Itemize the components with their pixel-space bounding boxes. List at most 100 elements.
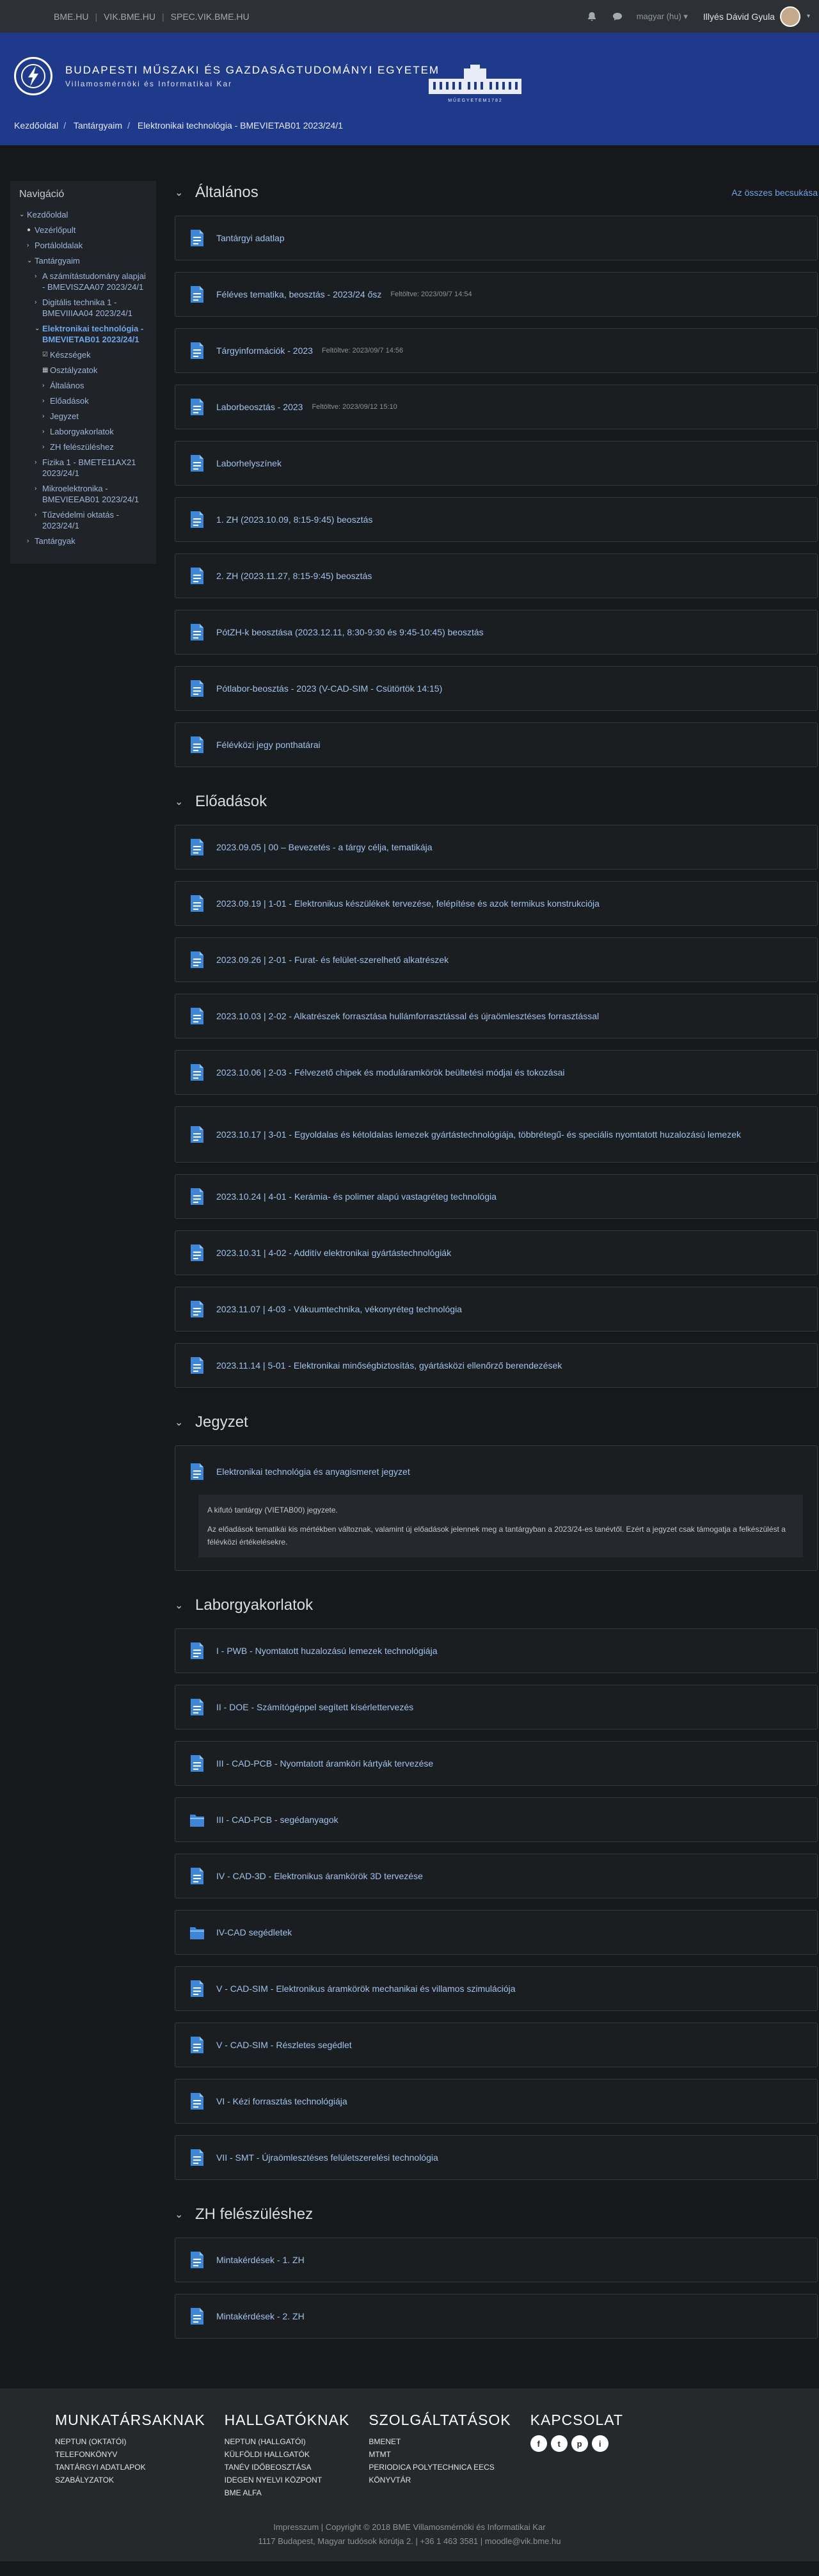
activity-item[interactable]: Tárgyinformációk - 2023 Feltöltve: 2023/0… (175, 328, 818, 373)
activity-item[interactable]: VII - SMT - Újraömlesztéses felületszere… (175, 2135, 818, 2180)
nav-item[interactable]: › Tantárgyak (19, 536, 147, 546)
activity-item[interactable]: Félévközi jegy ponthatárai (175, 722, 818, 767)
activity-link[interactable]: Mintakérdések - 2. ZH (216, 2311, 305, 2321)
section-notes[interactable]: ⌄ Jegyzet (175, 1411, 818, 1434)
activity-link[interactable]: II - DOE - Számítógéppel segített kísérl… (216, 1702, 413, 1712)
nav-item[interactable]: › Laborgyakorlatok (19, 426, 147, 437)
activity-item[interactable]: 2023.09.19 | 1-01 - Elektronikus készülé… (175, 881, 818, 926)
link-bme[interactable]: BME.HU (47, 12, 95, 22)
link-vik[interactable]: VIK.BME.HU (97, 12, 162, 22)
nav-item[interactable]: ⌄ Tantárgyaim (19, 255, 147, 266)
nav-item[interactable]: › Digitális technika 1 - BMEVIIIAA04 2023… (19, 297, 147, 319)
activity-item[interactable]: Féléves tematika, beosztás - 2023/24 ősz… (175, 272, 818, 317)
activity-link[interactable]: Tantárgyi adatlap (216, 233, 285, 243)
activity-link[interactable]: IV - CAD-3D - Elektronikus áramkörök 3D … (216, 1871, 423, 1881)
activity-link[interactable]: Laborhelyszínek (216, 458, 282, 468)
footer-link[interactable]: NEPTUN (OKTATÓI) (55, 2437, 127, 2446)
activity-item[interactable]: Mintakérdések - 2. ZH (175, 2294, 818, 2339)
pinterest-icon[interactable]: p (571, 2435, 588, 2452)
activity-link[interactable]: 2023.11.14 | 5-01 - Elektronikai minőség… (216, 1360, 562, 1371)
footer-link[interactable]: IDEGEN NYELVI KÖZPONT (225, 2476, 322, 2485)
chevron-down-icon[interactable]: ⌄ (175, 1599, 184, 1612)
activity-link[interactable]: 2023.11.07 | 4-03 - Vákuumtechnika, véko… (216, 1304, 462, 1314)
activity-link[interactable]: 2023.09.19 | 1-01 - Elektronikus készülé… (216, 898, 600, 909)
activity-link[interactable]: 2023.09.05 | 00 – Bevezetés - a tárgy cé… (216, 842, 433, 852)
footer-link[interactable]: BMENET (369, 2437, 401, 2446)
activity-link[interactable]: 2. ZH (2023.11.27, 8:15-9:45) beosztás (216, 571, 372, 581)
activity-item[interactable]: 2023.09.26 | 2-01 - Furat- és felület-sz… (175, 937, 818, 982)
nav-item[interactable]: › ZH felészüléshez (19, 441, 147, 452)
activity-link[interactable]: 2023.10.03 | 2-02 - Alkatrészek forraszt… (216, 1011, 599, 1021)
activity-link[interactable]: VII - SMT - Újraömlesztéses felületszere… (216, 2152, 438, 2163)
footer-link[interactable]: BME ALFA (225, 2488, 262, 2497)
nav-item[interactable]: › Mikroelektronika - BMEVIEEAB01 2023/24/… (19, 483, 147, 505)
activity-item[interactable]: 2. ZH (2023.11.27, 8:15-9:45) beosztás (175, 553, 818, 598)
nav-item[interactable]: › Tűzvédelmi oktatás - 2023/24/1 (19, 509, 147, 531)
activity-item[interactable]: 2023.10.06 | 2-03 - Félvezető chipek és … (175, 1050, 818, 1095)
chevron-down-icon[interactable]: ⌄ (175, 2208, 184, 2221)
nav-item[interactable]: ⌄ Kezdőoldal (19, 209, 147, 220)
chevron-down-icon[interactable]: ⌄ (175, 186, 184, 199)
activity-item[interactable]: III - CAD-PCB - Nyomtatott áramköri kárt… (175, 1741, 818, 1786)
activity-link[interactable]: Pótlabor-beosztás - 2023 (V-CAD-SIM - Cs… (216, 683, 442, 694)
section-lectures[interactable]: ⌄ Előadások (175, 790, 818, 813)
activity-link[interactable]: IV-CAD segédletek (216, 1927, 292, 1937)
activity-link[interactable]: 1. ZH (2023.10.09, 8:15-9:45) beosztás (216, 514, 372, 525)
nav-item[interactable]: › Előadások (19, 395, 147, 406)
footer-link[interactable]: SZABÁLYZATOK (55, 2476, 114, 2485)
footer-link[interactable]: PERIODICA POLYTECHNICA EECS (369, 2463, 495, 2472)
activity-link[interactable]: Félévközi jegy ponthatárai (216, 740, 321, 750)
activity-item[interactable]: 1. ZH (2023.10.09, 8:15-9:45) beosztás (175, 497, 818, 542)
activity-item[interactable]: II - DOE - Számítógéppel segített kísérl… (175, 1685, 818, 1729)
nav-item[interactable]: › Jegyzet (19, 411, 147, 422)
chevron-down-icon[interactable]: ▾ (807, 13, 810, 20)
activity-item[interactable]: V - CAD-SIM - Elektronikus áramkörök mec… (175, 1966, 818, 2011)
nav-item[interactable]: › Általános (19, 380, 147, 391)
activity-item[interactable]: 2023.09.05 | 00 – Bevezetés - a tárgy cé… (175, 825, 818, 870)
nav-item[interactable]: › Fizika 1 - BMETE11AX21 2023/24/1 (19, 457, 147, 479)
activity-link[interactable]: I - PWB - Nyomtatott huzalozású lemezek … (216, 1646, 438, 1656)
activity-item[interactable]: Pótlabor-beosztás - 2023 (V-CAD-SIM - Cs… (175, 666, 818, 711)
activity-item[interactable]: 2023.11.07 | 4-03 - Vákuumtechnika, véko… (175, 1287, 818, 1332)
nav-item[interactable]: ▦ Osztályzatok (19, 365, 147, 376)
link-spec[interactable]: SPEC.VIK.BME.HU (164, 12, 256, 22)
section-labs[interactable]: ⌄ Laborgyakorlatok (175, 1594, 818, 1617)
instagram-icon[interactable]: i (591, 2435, 608, 2452)
activity-item[interactable]: PótZH-k beosztása (2023.12.11, 8:30-9:30… (175, 610, 818, 655)
activity-link[interactable]: Féléves tematika, beosztás - 2023/24 ősz (216, 289, 381, 299)
activity-link[interactable]: V - CAD-SIM - Elektronikus áramkörök mec… (216, 1984, 516, 1994)
activity-link[interactable]: Mintakérdések - 1. ZH (216, 2255, 305, 2265)
activity-link[interactable]: V - CAD-SIM - Részletes segédlet (216, 2040, 352, 2050)
bell-icon[interactable] (587, 12, 597, 22)
activity-item[interactable]: VI - Kézi forrasztás technológiája (175, 2079, 818, 2124)
collapse-all-link[interactable]: Az összes becsukása (731, 187, 818, 198)
activity-item[interactable]: Laborbeosztás - 2023 Feltöltve: 2023/09/1… (175, 385, 818, 429)
footer-link[interactable]: TANÉV IDŐBEOSZTÁSA (225, 2463, 312, 2472)
activity-link[interactable]: Tárgyinformációk - 2023 (216, 346, 313, 356)
section-zh[interactable]: ⌄ ZH felészüléshez (175, 2203, 818, 2226)
activity-link[interactable]: VI - Kézi forrasztás technológiája (216, 2096, 347, 2106)
activity-link[interactable]: 2023.10.06 | 2-03 - Félvezető chipek és … (216, 1067, 565, 1077)
activity-link[interactable]: 2023.10.24 | 4-01 - Kerámia- és polimer … (216, 1191, 497, 1202)
user-name[interactable]: Illyés Dávid Gyula (703, 12, 775, 22)
breadcrumb-course[interactable]: Elektronikai technológia - BMEVIETAB01 2… (138, 120, 343, 131)
activity-link[interactable]: 2023.10.31 | 4-02 - Additív elektronikai… (216, 1248, 451, 1258)
activity-item[interactable]: Laborhelyszínek (175, 441, 818, 486)
activity-link[interactable]: Laborbeosztás - 2023 (216, 402, 303, 412)
activity-link[interactable]: III - CAD-PCB - Nyomtatott áramköri kárt… (216, 1758, 433, 1769)
breadcrumb-my-courses[interactable]: Tantárgyaim (74, 120, 122, 131)
activity-link[interactable]: PótZH-k beosztása (2023.12.11, 8:30-9:30… (216, 627, 484, 637)
activity-link[interactable]: 2023.10.17 | 3-01 - Egyoldalas és kétold… (216, 1127, 741, 1141)
nav-item[interactable]: › A számítástudomány alapjai - BMEVISZAA0… (19, 271, 147, 292)
activity-item[interactable]: IV - CAD-3D - Elektronikus áramkörök 3D … (175, 1854, 818, 1898)
nav-item[interactable]: ⌄ Elektronikai technológia - BMEVIETAB01 … (19, 323, 147, 345)
activity-item[interactable]: 2023.11.14 | 5-01 - Elektronikai minőség… (175, 1343, 818, 1388)
activity-item[interactable]: V - CAD-SIM - Részletes segédlet (175, 2023, 818, 2067)
activity-link[interactable]: Elektronikai technológia és anyagismeret… (216, 1467, 410, 1477)
activity-link[interactable]: 2023.09.26 | 2-01 - Furat- és felület-sz… (216, 955, 449, 965)
footer-link[interactable]: TANTÁRGYI ADATLAPOK (55, 2463, 146, 2472)
footer-link[interactable]: KÜLFÖLDI HALLGATÓK (225, 2450, 310, 2459)
footer-link[interactable]: KÖNYVTÁR (369, 2476, 411, 2485)
twitter-icon[interactable]: t (550, 2435, 568, 2452)
activity-item[interactable]: Tantárgyi adatlap (175, 216, 818, 260)
